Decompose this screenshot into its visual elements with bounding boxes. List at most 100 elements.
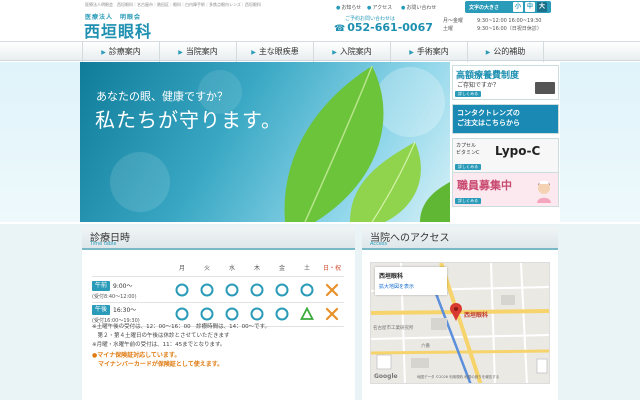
arrow-right-icon: ▶: [332, 49, 337, 56]
schedule-note: ※月曜・水曜午前の受付は、11：45までとなります。: [92, 342, 226, 348]
nav-item-diseases[interactable]: ▶ 主な眼疾患: [236, 42, 313, 62]
map-place-name: 西垣眼科: [379, 273, 404, 280]
schedule-note: 第２・第４土曜日の午後は休診とさせていただきます: [92, 333, 230, 339]
card-icon: [535, 82, 555, 94]
phone-number[interactable]: ☎ 052-661-0067: [334, 21, 433, 34]
schedule-cell: [320, 303, 344, 326]
more-link: 詳しくみる: [455, 198, 482, 204]
schedule-cell: [220, 279, 244, 302]
session-reception-time: (受付8:40～12:00): [92, 294, 137, 300]
banner-lypo-c[interactable]: カプセル ビタミンC Lypo-C 詳しくみる: [452, 138, 559, 173]
header-keywords: 医療法人明眼会 西垣眼科｜名古屋市｜熱田区｜眼科｜白内障手術｜多焦点眼内レンズ｜…: [85, 2, 261, 7]
more-link: 詳しくみる: [455, 91, 482, 97]
nav-item-surgery[interactable]: ▶ 手術案内: [390, 42, 467, 62]
circle-mark-icon: [175, 307, 189, 321]
site-header: 医療法人明眼会 西垣眼科｜名古屋市｜熱田区｜眼科｜白内障手術｜多焦点眼内レンズ｜…: [0, 0, 640, 42]
office-hours: 月～金曜 9:30~12:00 16:00~19:30 土曜 9:30~16:00（…: [443, 18, 542, 32]
cross-mark-icon: [325, 283, 339, 297]
nav-item-about[interactable]: ▶ 当院案内: [159, 42, 236, 62]
circle-mark-icon: [275, 307, 289, 321]
banner-title: 職員募集中: [457, 179, 512, 192]
session-time: 9:00～: [113, 283, 133, 290]
arrow-right-icon: ▶: [101, 49, 106, 56]
panel-subtitle: Access: [370, 241, 388, 247]
session-time: 16:30～: [113, 307, 137, 314]
session-label: 午前: [92, 281, 110, 291]
more-link: 詳しくみる: [455, 164, 482, 170]
main-nav: ▶ 診療案内 ▶ 当院案内 ▶ 主な眼疾患 ▶ 入院案内 ▶ 手術案内 ▶ 公的補助: [0, 41, 640, 62]
day-header: 土: [303, 265, 310, 272]
google-logo: Google: [374, 373, 398, 380]
schedule-cell: [295, 279, 319, 302]
hero-heading: 私たちが守ります。: [95, 108, 282, 132]
schedule-cell: [245, 279, 269, 302]
circle-mark-icon: [200, 283, 214, 297]
schedule-cell: [270, 303, 294, 326]
circle-mark-icon: [250, 283, 264, 297]
session-label: 午後: [92, 305, 110, 315]
schedule-panel: 診療日時 Time table 月 火 水 木 金 土 日・祝 午前 9:00～ (受付8:40～…: [82, 227, 355, 400]
arrow-right-icon: ▶: [178, 49, 183, 56]
day-header: 日・祝: [322, 265, 341, 272]
font-size-label: 文字の大きさ: [469, 5, 500, 11]
hero-side-left: [0, 62, 80, 222]
circle-mark-icon: [200, 307, 214, 321]
map-label: 六番: [421, 344, 430, 349]
nav-item-public-aid[interactable]: ▶ 公的補助: [467, 42, 544, 62]
banner-line-1: コンタクトレンズの: [457, 109, 520, 117]
map-enlarge-link[interactable]: 拡大地図を表示: [379, 283, 414, 290]
mynumber-notice: マイナンバーカードが保険証として使えます。: [92, 361, 224, 368]
font-size-switcher: 文字の大きさ 小 中 大: [465, 1, 551, 13]
banner-line-2: ご注文はこちらから: [457, 119, 520, 127]
triangle-mark-icon: [300, 307, 314, 320]
schedule-cell: [195, 279, 219, 302]
arrow-right-icon: ▶: [409, 49, 414, 56]
font-size-medium-button[interactable]: 中: [525, 2, 535, 12]
mynumber-notice: ●マイナ保険証対応しています。: [92, 352, 181, 359]
circle-mark-icon: [300, 283, 314, 297]
leaves-illustration: [110, 65, 450, 222]
bullet-icon: ●: [401, 5, 406, 11]
panel-header: 診療日時 Time table: [82, 227, 355, 250]
bullet-icon: ●: [367, 5, 372, 11]
cross-mark-icon: [325, 307, 339, 321]
map-info-card: 西垣眼科 拡大地図を表示: [375, 267, 447, 295]
nav-item-hospitalization[interactable]: ▶ 入院案内: [313, 42, 390, 62]
banner-contact-lens-order[interactable]: コンタクトレンズの ご注文はこちらから: [452, 104, 559, 134]
circle-mark-icon: [250, 307, 264, 321]
circle-mark-icon: [175, 283, 189, 297]
map-pin-label: 西垣眼科: [464, 312, 489, 319]
hero-side-right: [560, 62, 640, 222]
access-map[interactable]: 西垣眼科 拡大地図を表示 西垣眼科 名古屋市工業研究所 六番 Google 地図…: [370, 262, 550, 384]
day-header: 火: [203, 265, 210, 272]
font-size-small-button[interactable]: 小: [513, 2, 523, 12]
map-credit: 地図データ ©2026 利用規約 地図の誤りを報告する: [417, 375, 500, 379]
schedule-cell: [295, 303, 319, 326]
banner-medical-expense[interactable]: 高額療養費制度 ご存知ですか？ 詳しくみる: [452, 65, 559, 100]
table-divider: [92, 276, 344, 277]
schedule-note: ※土曜午後の受付は、12：00～16：00 診療時間は、14：00～です。: [92, 324, 271, 330]
arrow-right-icon: ▶: [251, 49, 256, 56]
hero-subheading: あなたの眼、健康ですか？: [96, 90, 228, 103]
toplink-contact[interactable]: ●お問い合わせ: [401, 4, 436, 11]
banner-recruitment[interactable]: 職員募集中 詳しくみる: [452, 172, 559, 207]
panel-header: 当院へのアクセス Access: [362, 227, 558, 250]
banner-subtitle: ご存知ですか？: [457, 82, 500, 89]
site-logo[interactable]: 西垣眼科: [84, 18, 152, 42]
lypo-c-logo: Lypo-C: [495, 144, 541, 158]
schedule-cell: [170, 279, 194, 302]
schedule-cell: [270, 279, 294, 302]
arrow-right-icon: ▶: [485, 49, 491, 56]
schedule-cell: [320, 279, 344, 302]
font-size-large-button[interactable]: 大: [537, 2, 547, 12]
toplink-news[interactable]: ●お知らせ: [336, 4, 361, 11]
nav-item-treatment[interactable]: ▶ 診療案内: [82, 42, 159, 62]
toplink-access[interactable]: ●アクセス: [367, 4, 392, 11]
circle-mark-icon: [275, 283, 289, 297]
circle-mark-icon: [225, 283, 239, 297]
phone-icon: ☎: [334, 24, 346, 34]
bullet-icon: ●: [336, 5, 341, 11]
day-header: 木: [253, 265, 260, 272]
day-header: 水: [228, 265, 235, 272]
nurse-icon: [537, 181, 551, 203]
